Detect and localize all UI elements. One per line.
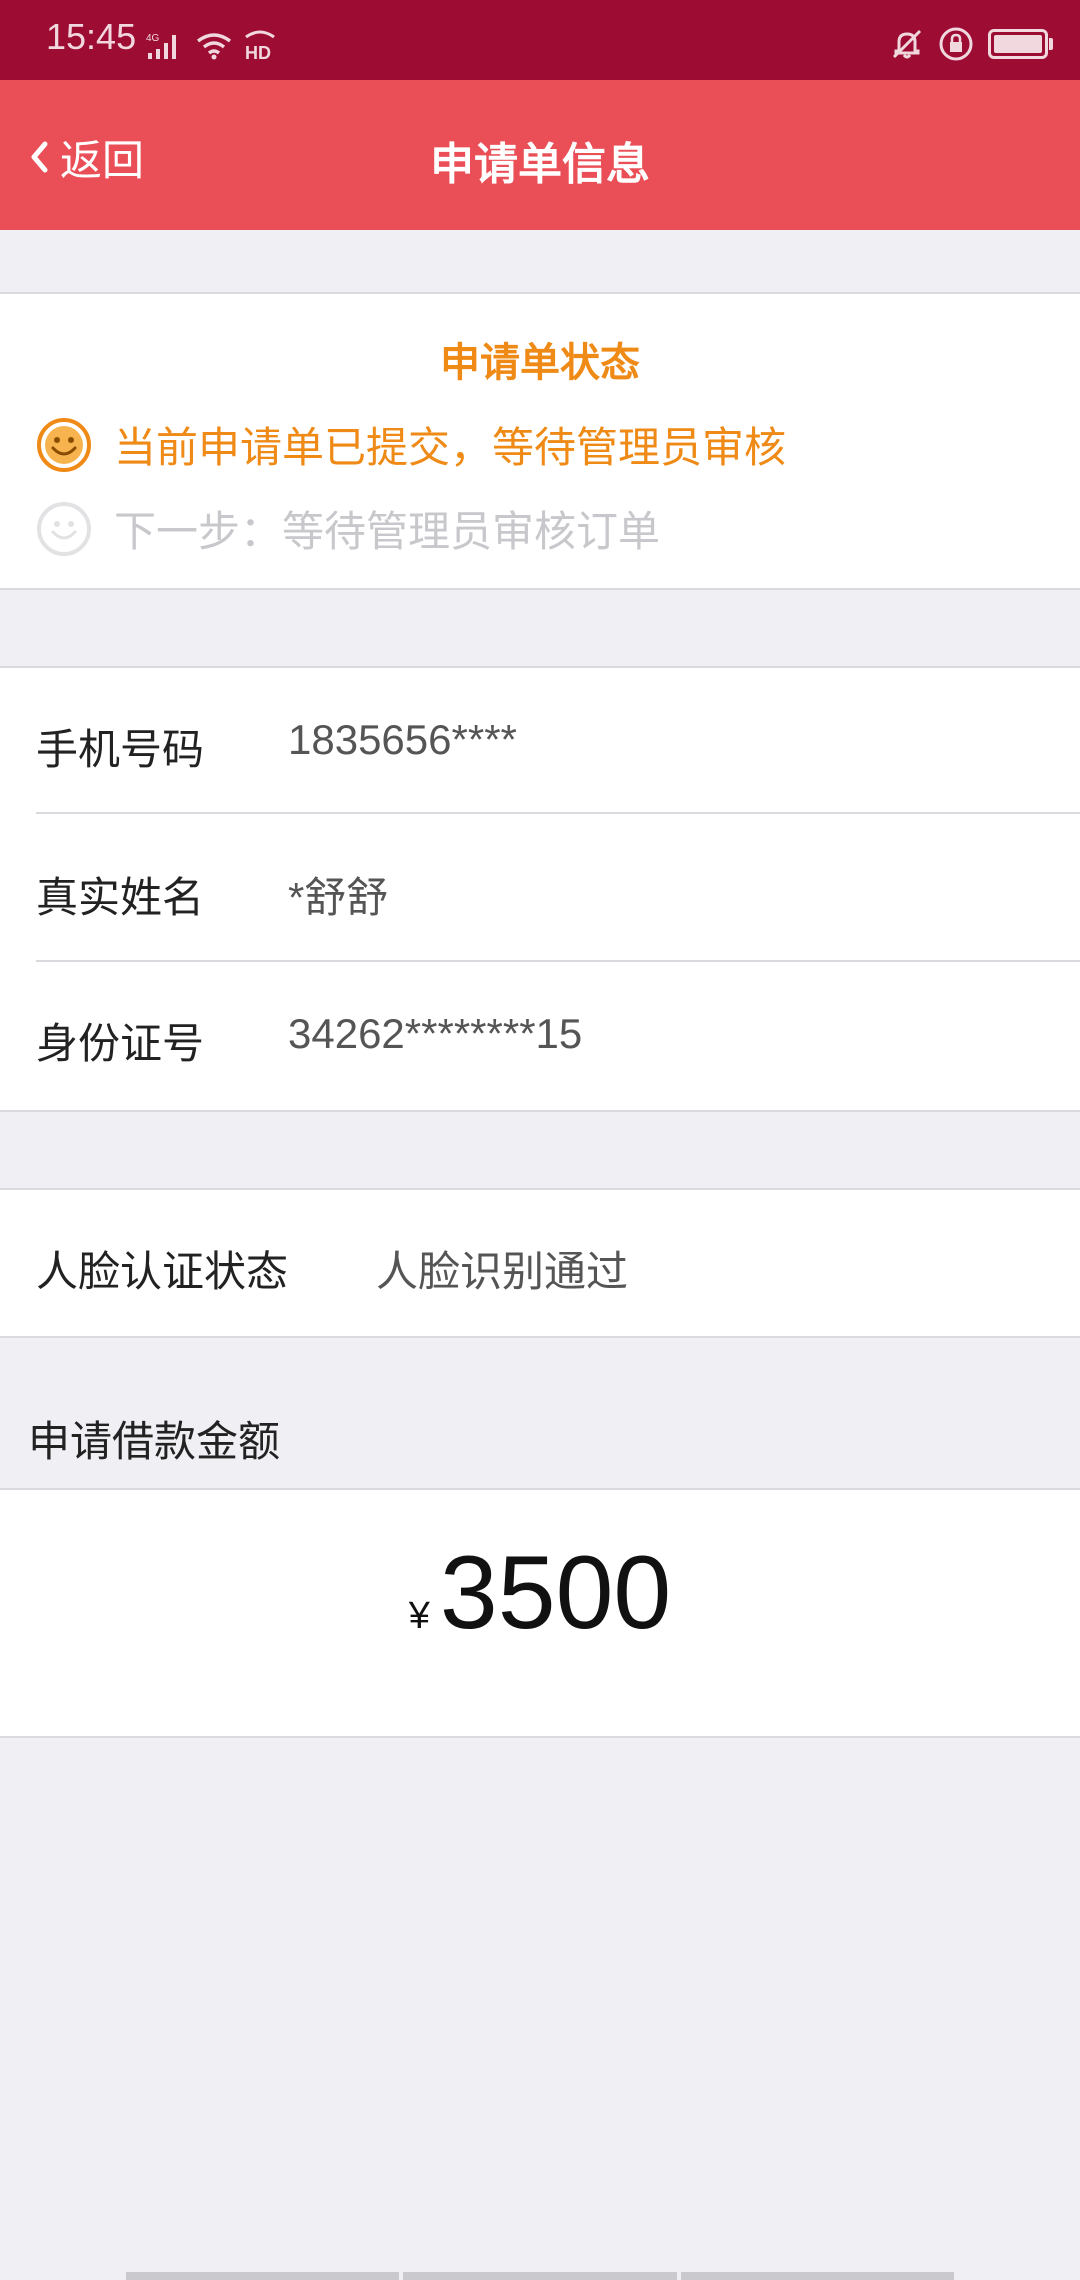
battery-icon [988, 29, 1053, 59]
currency-symbol: ¥ [408, 1595, 430, 1637]
status-left-icons: 4G HD [146, 24, 278, 68]
face-auth-label: 人脸认证状态 [36, 1247, 289, 1296]
next-step-text: 下一步：等待管理员审核订单 [114, 507, 661, 556]
network-type: 4G [146, 33, 160, 44]
id-label: 身份证号 [36, 1019, 205, 1068]
bottom-indicator [126, 2272, 954, 2280]
smiley-icon [37, 417, 91, 472]
smiley-icon-faded [37, 501, 91, 556]
status-time: 15:45 [46, 16, 137, 57]
loan-amount-value: 3500 [439, 1535, 672, 1651]
nav-bar: 返回 申请单信息 [0, 80, 1080, 230]
id-row: 身份证号 34262********15 [0, 962, 1080, 1108]
loan-amount-card: ¥3500 [0, 1488, 1080, 1738]
status-right-icons [890, 22, 1053, 66]
name-row: 真实姓名 *舒舒 [0, 816, 1080, 962]
phone-row: 手机号码 1835656**** [0, 668, 1080, 814]
phone-value: 1835656**** [288, 716, 517, 763]
name-value: *舒舒 [288, 874, 389, 921]
rotation-lock-icon [939, 27, 973, 61]
status-card-title: 申请单状态 [440, 340, 640, 386]
current-status-text: 当前申请单已提交，等待管理员审核 [114, 423, 787, 472]
status-bar: 15:45 4G HD [0, 0, 1080, 80]
face-auth-value: 人脸识别通过 [376, 1247, 629, 1296]
loan-amount-section-title: 申请借款金额 [28, 1417, 281, 1466]
next-step-row: 下一步：等待管理员审核订单 [36, 498, 660, 559]
signal-icon: 4G [146, 33, 176, 59]
name-label: 真实姓名 [36, 873, 205, 922]
loan-amount: ¥3500 [0, 1534, 1080, 1653]
id-value: 34262********15 [288, 1010, 583, 1057]
personal-info-group: 手机号码 1835656**** 真实姓名 *舒舒 身份证号 34262****… [0, 666, 1080, 1112]
face-auth-row: 人脸认证状态 人脸识别通过 [0, 1188, 1080, 1338]
hd-label: HD [245, 43, 271, 63]
indicator-segment [126, 2272, 400, 2280]
indicator-segment [680, 2272, 954, 2280]
page-title: 申请单信息 [430, 139, 650, 190]
divider [36, 812, 1080, 814]
hd-icon: HD [245, 30, 275, 63]
phone-label: 手机号码 [36, 725, 205, 774]
indicator-segment [403, 2272, 677, 2280]
application-status-card: 申请单状态 当前申请单已提交，等待管理员审核 下一步：等待管理员审核订单 [0, 292, 1080, 590]
current-status-row: 当前申请单已提交，等待管理员审核 [36, 414, 786, 475]
wifi-icon [196, 33, 232, 60]
bell-muted-icon [892, 29, 922, 59]
